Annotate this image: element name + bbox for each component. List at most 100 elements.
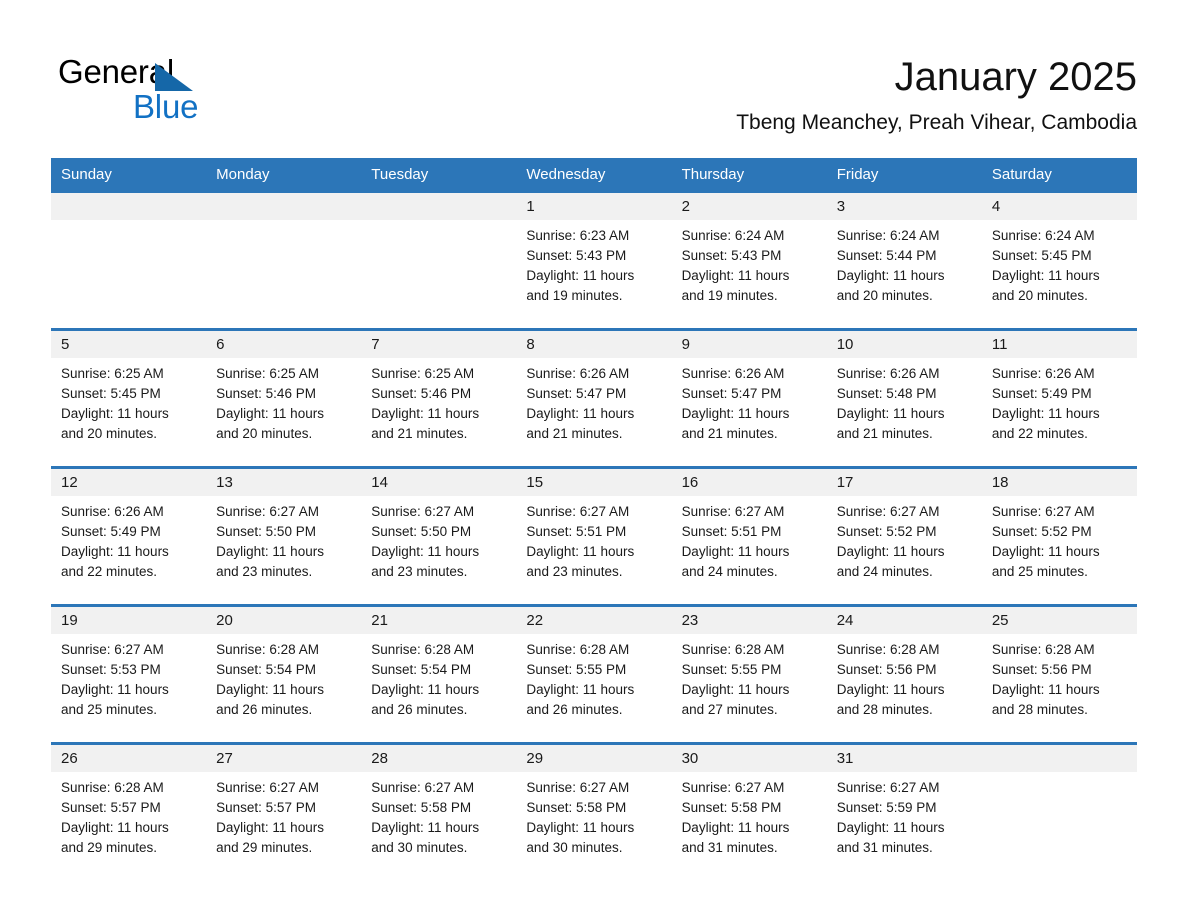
daylight-text-line2: and 26 minutes. xyxy=(526,702,623,717)
calendar-day-cell[interactable]: 13 Sunrise: 6:27 AM Sunset: 5:50 PM Dayligh… xyxy=(206,466,362,606)
calendar-day-cell[interactable]: 27 Sunrise: 6:27 AM Sunset: 5:57 PM Dayligh… xyxy=(206,742,362,880)
sunset-text: Sunset: 5:58 PM xyxy=(526,800,627,815)
calendar-day-cell[interactable]: 28 Sunrise: 6:27 AM Sunset: 5:58 PM Dayligh… xyxy=(361,742,517,880)
calendar-day-cell[interactable]: 24 Sunrise: 6:28 AM Sunset: 5:56 PM Dayligh… xyxy=(826,604,982,744)
day-cell-inner: 28 Sunrise: 6:27 AM Sunset: 5:58 PM Dayligh… xyxy=(361,745,517,880)
day-details: Sunrise: 6:26 AM Sunset: 5:47 PM Daylight:… xyxy=(516,358,671,444)
calendar-day-cell[interactable]: 16 Sunrise: 6:27 AM Sunset: 5:51 PM Dayligh… xyxy=(671,466,827,606)
weekday-header-tuesday: Tuesday xyxy=(361,158,517,193)
daylight-text-line1: Daylight: 11 hours xyxy=(61,406,169,421)
calendar-day-cell[interactable]: 25 Sunrise: 6:28 AM Sunset: 5:56 PM Dayligh… xyxy=(981,604,1137,744)
day-cell-inner: 29 Sunrise: 6:27 AM Sunset: 5:58 PM Dayligh… xyxy=(516,745,672,880)
daylight-text-line1: Daylight: 11 hours xyxy=(526,682,635,697)
daylight-text-line2: and 21 minutes. xyxy=(836,426,933,441)
sunrise-text: Sunrise: 6:27 AM xyxy=(216,504,319,519)
sunset-text: Sunset: 5:50 PM xyxy=(371,524,472,539)
day-cell-inner: 31 Sunrise: 6:27 AM Sunset: 5:59 PM Dayligh… xyxy=(826,745,982,880)
sunrise-text: Sunrise: 6:27 AM xyxy=(526,780,630,795)
sunset-text: Sunset: 5:45 PM xyxy=(991,248,1092,263)
day-details: Sunrise: 6:24 AM Sunset: 5:43 PM Daylight:… xyxy=(672,220,827,306)
calendar-day-cell[interactable]: 26 Sunrise: 6:28 AM Sunset: 5:57 PM Dayligh… xyxy=(51,742,207,880)
daylight-text-line1: Daylight: 11 hours xyxy=(216,820,324,835)
calendar-day-cell[interactable]: 6 Sunrise: 6:25 AM Sunset: 5:46 PM Daylight… xyxy=(206,328,362,468)
day-number: 5 xyxy=(51,331,207,358)
calendar-day-cell[interactable]: 11 Sunrise: 6:26 AM Sunset: 5:49 PM Dayligh… xyxy=(981,328,1137,468)
calendar-day-cell[interactable]: 19 Sunrise: 6:27 AM Sunset: 5:53 PM Dayligh… xyxy=(51,604,207,744)
day-cell-inner: 30 Sunrise: 6:27 AM Sunset: 5:58 PM Dayligh… xyxy=(671,745,827,880)
daylight-text-line1: Daylight: 11 hours xyxy=(61,682,169,697)
sunrise-text: Sunrise: 6:27 AM xyxy=(371,780,475,795)
calendar-day-cell[interactable]: 31 Sunrise: 6:27 AM Sunset: 5:59 PM Dayligh… xyxy=(826,742,982,880)
daylight-text-line1: Daylight: 11 hours xyxy=(681,820,790,835)
day-details: Sunrise: 6:27 AM Sunset: 5:52 PM Daylight:… xyxy=(982,496,1137,582)
day-details: Sunrise: 6:25 AM Sunset: 5:46 PM Daylight:… xyxy=(206,358,361,444)
sunset-text: Sunset: 5:45 PM xyxy=(61,386,161,401)
sunrise-text: Sunrise: 6:27 AM xyxy=(991,504,1095,519)
daylight-text-line2: and 21 minutes. xyxy=(371,426,468,441)
calendar-day-cell[interactable]: 22 Sunrise: 6:28 AM Sunset: 5:55 PM Dayligh… xyxy=(516,604,672,744)
day-details: Sunrise: 6:24 AM Sunset: 5:44 PM Daylight:… xyxy=(827,220,982,306)
page-title: January 2025 xyxy=(894,55,1137,99)
sunrise-text: Sunrise: 6:28 AM xyxy=(371,642,475,657)
day-cell-inner: 7 Sunrise: 6:25 AM Sunset: 5:46 PM Daylight… xyxy=(361,331,517,466)
day-number: 20 xyxy=(206,607,362,634)
calendar-week-row: 19 Sunrise: 6:27 AM Sunset: 5:53 PM Dayligh… xyxy=(51,604,1137,744)
calendar-day-cell[interactable]: 14 Sunrise: 6:27 AM Sunset: 5:50 PM Dayligh… xyxy=(361,466,517,606)
sunrise-text: Sunrise: 6:26 AM xyxy=(991,366,1095,381)
daylight-text-line2: and 29 minutes. xyxy=(216,840,313,855)
calendar-day-cell-empty xyxy=(981,742,1137,880)
calendar-day-cell[interactable]: 30 Sunrise: 6:27 AM Sunset: 5:58 PM Dayligh… xyxy=(671,742,827,880)
daylight-text-line2: and 26 minutes. xyxy=(371,702,468,717)
sunset-text: Sunset: 5:51 PM xyxy=(526,524,627,539)
sunrise-text: Sunrise: 6:26 AM xyxy=(836,366,940,381)
day-number: 1 xyxy=(516,193,672,220)
day-cell-inner xyxy=(51,193,207,328)
calendar-day-cell[interactable]: 20 Sunrise: 6:28 AM Sunset: 5:54 PM Dayligh… xyxy=(206,604,362,744)
day-cell-inner: 12 Sunrise: 6:26 AM Sunset: 5:49 PM Dayligh… xyxy=(51,469,207,604)
day-details: Sunrise: 6:26 AM Sunset: 5:49 PM Daylight:… xyxy=(51,496,206,582)
day-cell-inner: 23 Sunrise: 6:28 AM Sunset: 5:55 PM Dayligh… xyxy=(671,607,827,742)
day-details: Sunrise: 6:28 AM Sunset: 5:55 PM Daylight:… xyxy=(672,634,827,720)
daylight-text-line1: Daylight: 11 hours xyxy=(216,406,324,421)
calendar-day-cell[interactable]: 5 Sunrise: 6:25 AM Sunset: 5:45 PM Daylight… xyxy=(51,328,207,468)
weekday-header-monday: Monday xyxy=(206,158,362,193)
calendar-day-cell[interactable]: 3 Sunrise: 6:24 AM Sunset: 5:44 PM Daylight… xyxy=(826,193,982,330)
sunset-text: Sunset: 5:44 PM xyxy=(836,248,937,263)
day-cell-inner xyxy=(206,193,362,328)
day-number: 23 xyxy=(671,607,827,634)
calendar-day-cell[interactable]: 10 Sunrise: 6:26 AM Sunset: 5:48 PM Dayligh… xyxy=(826,328,982,468)
sunrise-text: Sunrise: 6:27 AM xyxy=(681,780,785,795)
sunset-text: Sunset: 5:54 PM xyxy=(216,662,316,677)
daylight-text-line2: and 22 minutes. xyxy=(61,564,158,579)
general-blue-logo[interactable]: General Blue xyxy=(58,52,318,132)
calendar-day-cell[interactable]: 8 Sunrise: 6:26 AM Sunset: 5:47 PM Daylight… xyxy=(516,328,672,468)
calendar-day-cell[interactable]: 4 Sunrise: 6:24 AM Sunset: 5:45 PM Daylight… xyxy=(981,193,1137,330)
day-cell-inner: 26 Sunrise: 6:28 AM Sunset: 5:57 PM Dayligh… xyxy=(51,745,207,880)
daylight-text-line1: Daylight: 11 hours xyxy=(371,406,480,421)
calendar-day-cell[interactable]: 29 Sunrise: 6:27 AM Sunset: 5:58 PM Dayligh… xyxy=(516,742,672,880)
weekday-header-thursday: Thursday xyxy=(671,158,827,193)
calendar-day-cell[interactable]: 9 Sunrise: 6:26 AM Sunset: 5:47 PM Daylight… xyxy=(671,328,827,468)
calendar-day-cell[interactable]: 17 Sunrise: 6:27 AM Sunset: 5:52 PM Dayligh… xyxy=(826,466,982,606)
calendar-day-cell[interactable]: 12 Sunrise: 6:26 AM Sunset: 5:49 PM Dayligh… xyxy=(51,466,207,606)
day-details: Sunrise: 6:28 AM Sunset: 5:55 PM Daylight:… xyxy=(516,634,671,720)
day-number: 25 xyxy=(981,607,1137,634)
calendar-body: 1 Sunrise: 6:23 AM Sunset: 5:43 PM Daylight… xyxy=(51,193,1137,880)
day-number: 29 xyxy=(516,745,672,772)
calendar-day-cell[interactable]: 15 Sunrise: 6:27 AM Sunset: 5:51 PM Dayligh… xyxy=(516,466,672,606)
calendar-week-row: 1 Sunrise: 6:23 AM Sunset: 5:43 PM Daylight… xyxy=(51,193,1137,330)
day-number xyxy=(206,193,362,220)
daylight-text-line2: and 22 minutes. xyxy=(991,426,1088,441)
sunset-text: Sunset: 5:58 PM xyxy=(371,800,472,815)
daylight-text-line2: and 20 minutes. xyxy=(61,426,158,441)
calendar-day-cell[interactable]: 23 Sunrise: 6:28 AM Sunset: 5:55 PM Dayligh… xyxy=(671,604,827,744)
sunrise-text: Sunrise: 6:24 AM xyxy=(836,228,940,243)
calendar-day-cell[interactable]: 21 Sunrise: 6:28 AM Sunset: 5:54 PM Dayligh… xyxy=(361,604,517,744)
calendar-day-cell[interactable]: 2 Sunrise: 6:24 AM Sunset: 5:43 PM Daylight… xyxy=(671,193,827,330)
calendar-day-cell[interactable]: 18 Sunrise: 6:27 AM Sunset: 5:52 PM Dayligh… xyxy=(981,466,1137,606)
day-details: Sunrise: 6:23 AM Sunset: 5:43 PM Daylight:… xyxy=(516,220,671,306)
calendar-day-cell[interactable]: 1 Sunrise: 6:23 AM Sunset: 5:43 PM Daylight… xyxy=(516,193,672,330)
calendar-day-cell[interactable]: 7 Sunrise: 6:25 AM Sunset: 5:46 PM Daylight… xyxy=(361,328,517,468)
day-cell-inner: 27 Sunrise: 6:27 AM Sunset: 5:57 PM Dayligh… xyxy=(206,745,362,880)
sunrise-text: Sunrise: 6:23 AM xyxy=(526,228,630,243)
